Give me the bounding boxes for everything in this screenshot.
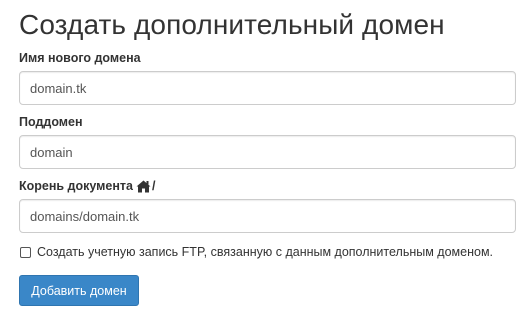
add-domain-button[interactable]: Добавить домен: [19, 275, 139, 306]
ftp-account-option[interactable]: Создать учетную запись FTP, связанную с …: [19, 245, 493, 259]
ftp-account-checkbox-label: Создать учетную запись FTP, связанную с …: [37, 245, 494, 259]
page-title: Создать дополнительный домен: [19, 9, 445, 40]
home-icon: [136, 180, 151, 192]
subdomain-label: Поддомен: [19, 115, 83, 129]
subdomain-label-text: Поддомен: [19, 115, 83, 129]
document-root-input[interactable]: [19, 199, 516, 233]
subdomain-input[interactable]: [19, 135, 516, 169]
document-root-label: Корень документа /: [19, 179, 155, 193]
ftp-account-checkbox[interactable]: [20, 246, 31, 258]
document-root-label-suffix: /: [152, 179, 156, 193]
new-domain-label: Имя нового домена: [19, 51, 141, 65]
new-domain-input[interactable]: [19, 71, 516, 105]
document-root-label-text: Корень документа: [19, 179, 133, 193]
new-domain-label-text: Имя нового домена: [19, 51, 141, 65]
